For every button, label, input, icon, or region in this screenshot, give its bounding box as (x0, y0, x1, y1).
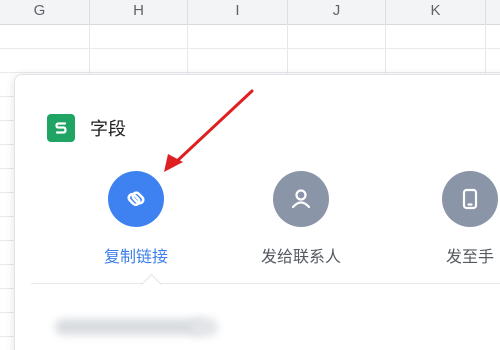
grid-line (0, 48, 500, 49)
send-to-contact-button[interactable]: 发给联系人 (236, 171, 366, 267)
link-icon (108, 171, 164, 227)
spreadsheet-file-icon (47, 114, 75, 142)
copy-link-label: 复制链接 (103, 247, 168, 266)
file-info: 字段 (47, 113, 126, 143)
grid-line (0, 72, 500, 73)
column-header-bar: G H I J K (0, 0, 500, 25)
column-header-k[interactable]: K (386, 0, 486, 24)
copy-link-button[interactable]: 复制链接 (71, 171, 201, 267)
send-to-contact-label: 发给联系人 (260, 247, 341, 266)
selected-caret (140, 273, 163, 296)
column-header-i[interactable]: I (188, 0, 288, 24)
share-panel: 字段 复制链接 发给联系人 发至手 (14, 74, 500, 350)
column-header-j[interactable]: J (288, 0, 386, 24)
divider (31, 283, 500, 284)
file-name: 字段 (90, 119, 126, 140)
phone-icon (442, 171, 498, 227)
screenshot: G H I J K 字段 复制链接 发给联系人 发至手 (0, 0, 500, 350)
person-icon (273, 171, 329, 227)
send-to-phone-button[interactable]: 发至手 (405, 171, 500, 267)
blurred-content (190, 318, 218, 336)
column-header-h[interactable]: H (90, 0, 188, 24)
blurred-content (55, 319, 205, 335)
send-to-phone-label: 发至手 (445, 247, 494, 266)
column-header-g[interactable]: G (0, 0, 90, 24)
